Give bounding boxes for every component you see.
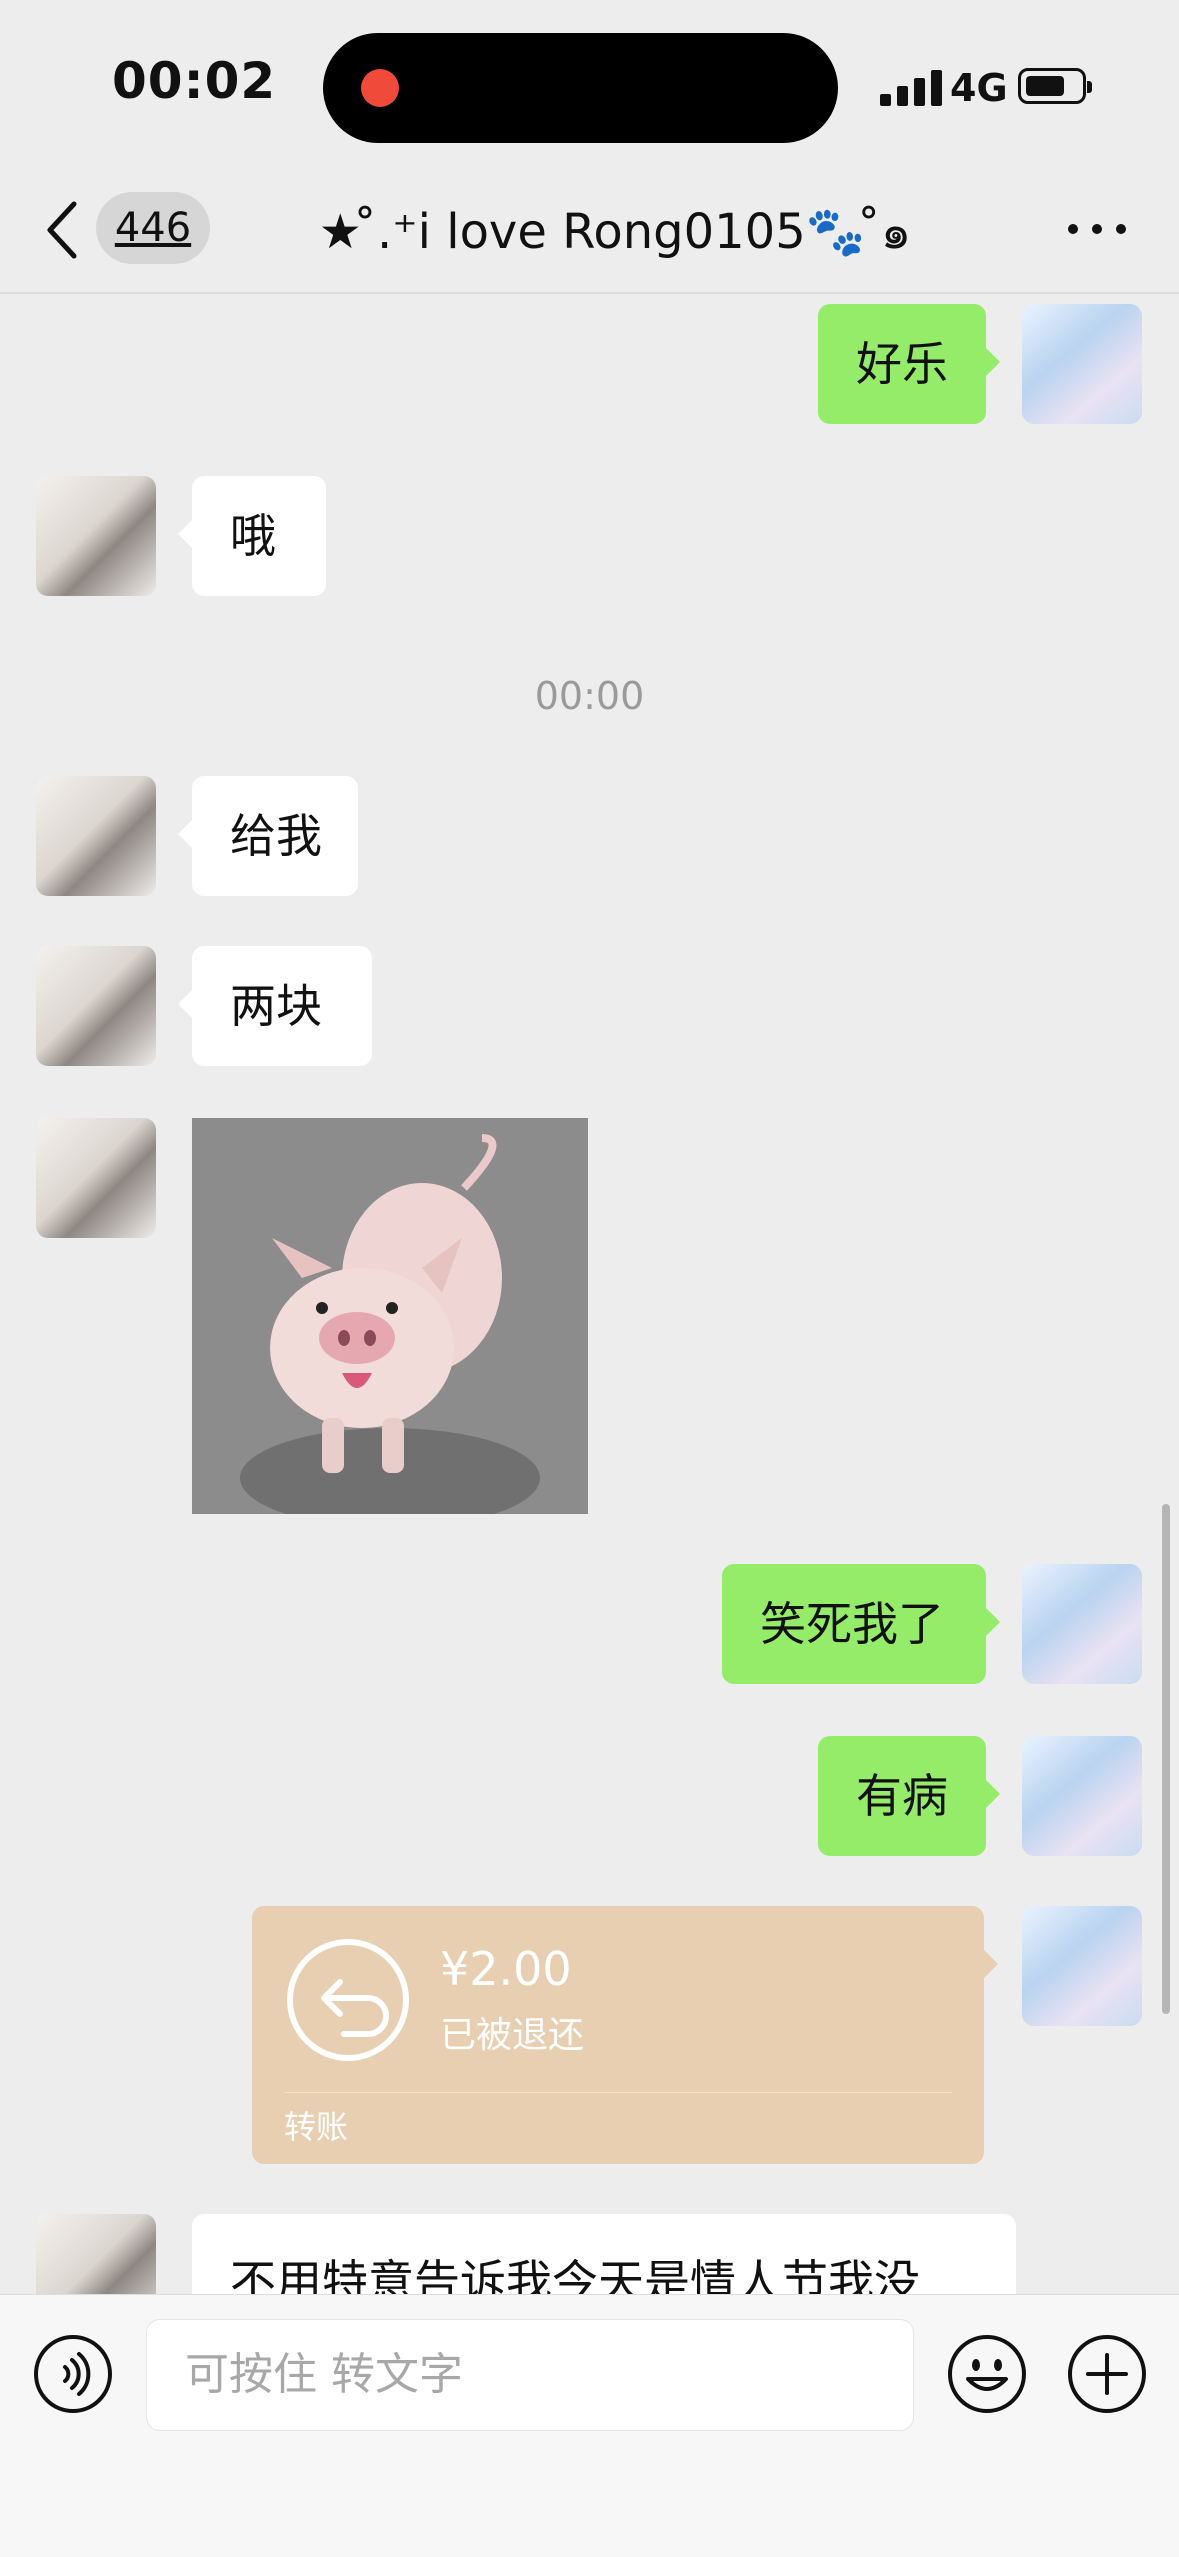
scrollbar[interactable] <box>1162 1504 1170 2014</box>
voice-icon[interactable] <box>32 2333 114 2415</box>
avatar-contact[interactable] <box>36 776 156 896</box>
transfer-status: 已被退还 <box>440 2015 585 2056</box>
transfer-divider <box>284 2092 952 2093</box>
more-dots-icon[interactable] <box>1068 224 1128 238</box>
unread-count-badge[interactable]: 446 <box>96 192 210 264</box>
message-bubble-incoming[interactable]: 给我 <box>178 776 358 896</box>
recording-dot-icon <box>361 69 399 107</box>
message-bubble-incoming[interactable]: 哦 <box>178 476 326 596</box>
input-bar: 可按住 转文字 <box>0 2294 1179 2557</box>
status-time: 00:02 <box>112 52 277 110</box>
message-input[interactable]: 可按住 转文字 <box>146 2319 914 2431</box>
chat-header: 446 ★ ̊.⁺i love Rong0105🐾 ̊๑ <box>0 170 1179 294</box>
chevron-left-icon[interactable] <box>44 200 84 260</box>
avatar-contact[interactable] <box>36 946 156 1066</box>
message-timestamp: 00:00 <box>534 674 645 718</box>
pig-sticker-image[interactable] <box>192 1118 588 1514</box>
message-bubble-incoming[interactable]: 不用特意告诉我今天是情人节我没 <box>192 2214 1016 2294</box>
emoji-icon[interactable] <box>946 2333 1028 2415</box>
transfer-amount: ¥2.00 <box>440 1942 572 1996</box>
transfer-card[interactable]: ¥2.00 已被退还 转账 <box>252 1906 998 2164</box>
avatar-contact[interactable] <box>36 1118 156 1238</box>
chat-title: ★ ̊.⁺i love Rong0105🐾 ̊๑ <box>318 204 912 260</box>
return-arrow-icon <box>287 1939 409 2061</box>
avatar-self[interactable] <box>1022 1906 1142 2026</box>
avatar-self[interactable] <box>1022 1736 1142 1856</box>
transfer-label: 转账 <box>284 2108 349 2146</box>
plus-icon[interactable] <box>1066 2333 1148 2415</box>
message-bubble-outgoing[interactable]: 笑死我了 <box>722 1564 1000 1684</box>
avatar-self[interactable] <box>1022 304 1142 424</box>
battery-icon <box>1018 68 1092 104</box>
avatar-self[interactable] <box>1022 1564 1142 1684</box>
avatar-contact[interactable] <box>36 2214 156 2294</box>
signal-icon <box>880 70 946 106</box>
dynamic-island <box>323 33 838 143</box>
message-bubble-incoming[interactable]: 两块 <box>178 946 372 1066</box>
message-list[interactable]: 好乐 哦 00:00 给我 两块 笑死我了 有病 ¥2.00 已被退还 转账 不… <box>0 294 1179 2294</box>
status-bar: 00:02 4G <box>0 0 1179 170</box>
avatar-contact[interactable] <box>36 476 156 596</box>
message-bubble-outgoing[interactable]: 有病 <box>818 1736 1000 1856</box>
message-bubble-outgoing[interactable]: 好乐 <box>818 304 1000 424</box>
network-label: 4G <box>950 66 1008 110</box>
